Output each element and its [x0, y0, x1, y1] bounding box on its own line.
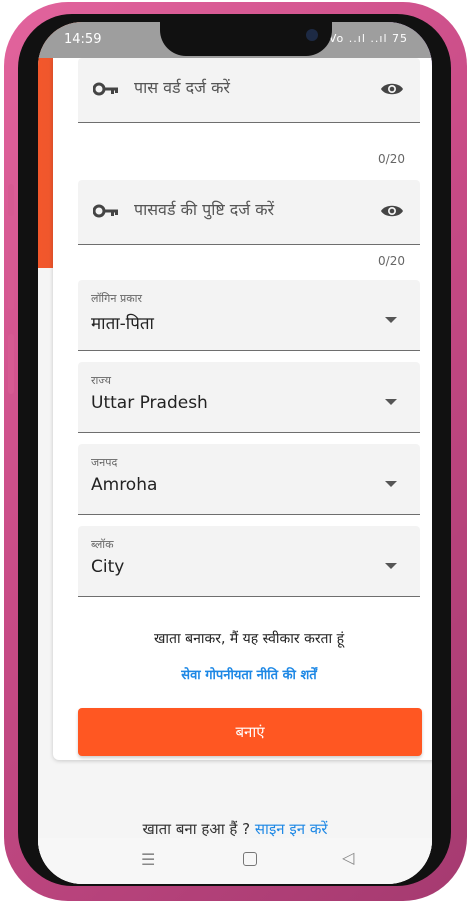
- block-dropdown[interactable]: ब्लॉक City: [78, 526, 420, 597]
- state-label: राज्य: [91, 374, 112, 387]
- confirm-password-placeholder: पासवर्ड की पुष्टि दर्ज करें: [134, 200, 275, 219]
- back-icon[interactable]: ◁: [342, 848, 354, 867]
- signup-card: पास वर्ड दर्ज करें 0/20 पासवर्ड की पुष्ट…: [53, 58, 432, 760]
- home-icon[interactable]: [243, 852, 257, 866]
- dropdown-arrow-icon: [385, 399, 397, 405]
- dropdown-arrow-icon: [385, 317, 397, 323]
- state-value: Uttar Pradesh: [91, 393, 208, 413]
- key-icon: [93, 204, 118, 218]
- front-camera-icon: [306, 29, 318, 41]
- confirm-password-counter: 0/20: [378, 254, 405, 268]
- phone-side-button: [8, 334, 14, 394]
- block-value: City: [91, 557, 125, 577]
- menu-icon[interactable]: ☰: [141, 850, 155, 869]
- signin-prompt-text: खाता बना हआ हैं ?: [142, 820, 251, 838]
- dropdown-arrow-icon: [385, 563, 397, 569]
- android-nav-bar: ☰ ◁: [38, 838, 432, 884]
- signin-link[interactable]: साइन इन करें: [255, 820, 328, 838]
- status-time: 14:59: [64, 32, 102, 47]
- phone-side-button: [8, 250, 14, 310]
- confirm-password-field[interactable]: पासवर्ड की पुष्टि दर्ज करें: [78, 180, 420, 245]
- password-counter: 0/20: [378, 152, 405, 166]
- state-dropdown[interactable]: राज्य Uttar Pradesh: [78, 362, 420, 433]
- camera-notch: [160, 22, 332, 56]
- signin-prompt: खाता बना हआ हैं ? साइन इन करें: [38, 819, 432, 839]
- district-value: Amroha: [91, 475, 158, 495]
- login-type-value: माता-पिता: [91, 314, 154, 334]
- screen: पास वर्ड दर्ज करें 0/20 पासवर्ड की पुष्ट…: [38, 22, 432, 884]
- signal-battery-icons: Vo ..ıl ..ıl 75: [328, 32, 408, 45]
- password-placeholder: पास वर्ड दर्ज करें: [134, 78, 230, 97]
- eye-icon[interactable]: [380, 81, 404, 97]
- district-label: जनपद: [91, 456, 118, 469]
- create-account-button[interactable]: बनाएं: [78, 708, 422, 756]
- dropdown-arrow-icon: [385, 481, 397, 487]
- login-type-label: लॉगिन प्रकार: [91, 292, 143, 305]
- terms-link[interactable]: सेवा गोपनीयता नीति की शर्तें: [53, 665, 432, 683]
- eye-icon[interactable]: [380, 203, 404, 219]
- login-type-dropdown[interactable]: लॉगिन प्रकार माता-पिता: [78, 280, 420, 351]
- password-field[interactable]: पास वर्ड दर्ज करें: [78, 58, 420, 123]
- key-icon: [93, 82, 118, 96]
- block-label: ब्लॉक: [91, 538, 114, 551]
- terms-text: खाता बनाकर, मैं यह स्वीकार करता हूं: [153, 631, 345, 647]
- phone-side-button: [8, 184, 14, 216]
- district-dropdown[interactable]: जनपद Amroha: [78, 444, 420, 515]
